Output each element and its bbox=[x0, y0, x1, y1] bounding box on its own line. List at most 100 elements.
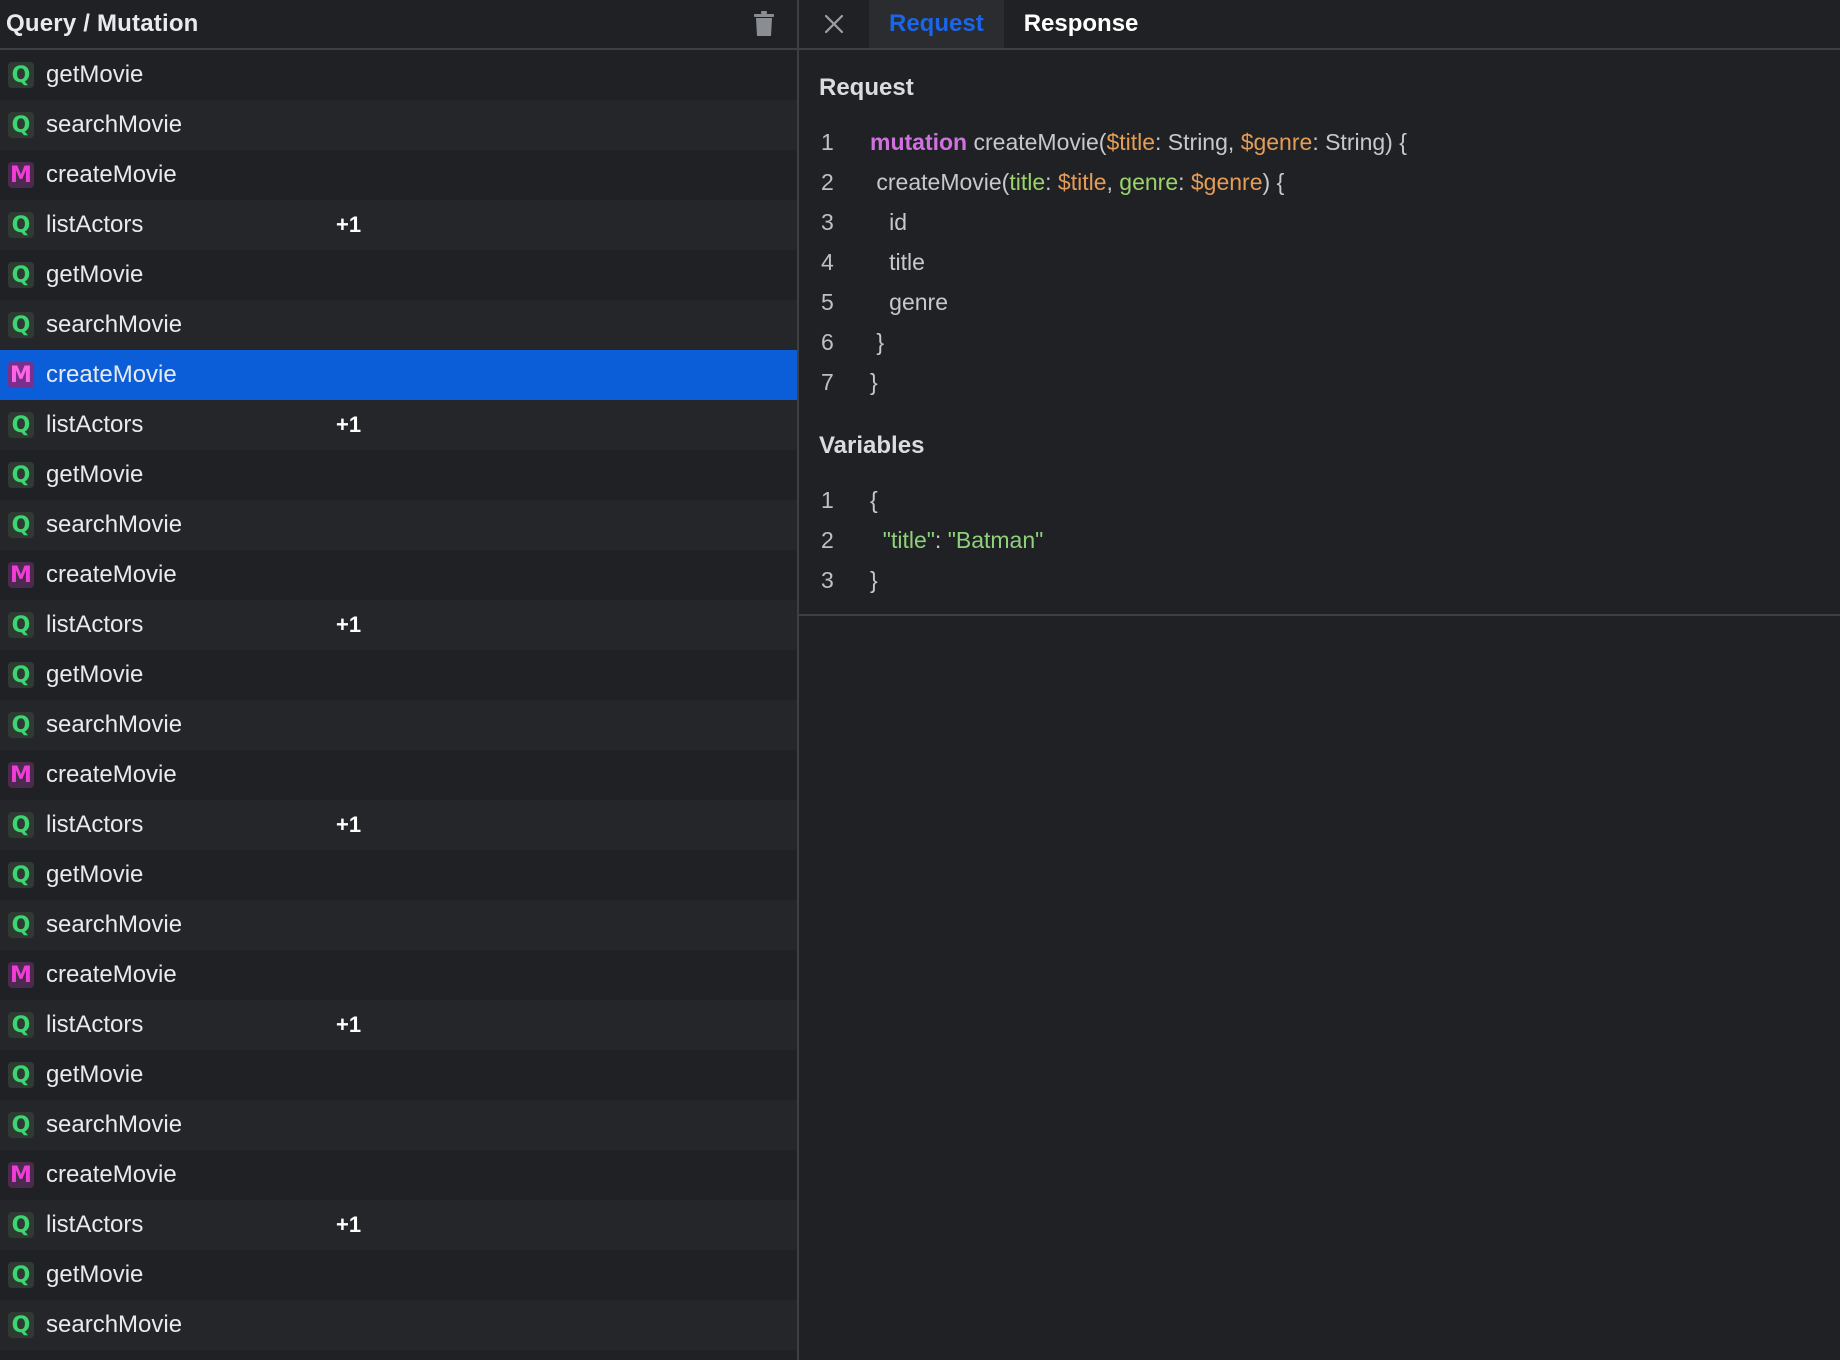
code-token: } bbox=[870, 566, 878, 593]
code-token: { bbox=[870, 486, 878, 513]
query-badge: Q bbox=[8, 262, 34, 288]
operation-name: searchMovie bbox=[46, 911, 183, 938]
tab-request[interactable]: Request bbox=[869, 0, 1004, 48]
operation-row[interactable]: QlistActors +1 bbox=[0, 400, 797, 450]
line-number: 4 bbox=[821, 248, 834, 275]
code-line: 2 "title": "Batman" bbox=[819, 520, 1840, 560]
operation-row[interactable]: QsearchMovie bbox=[0, 500, 797, 550]
operation-name: createMovie bbox=[46, 1161, 177, 1188]
operation-name: listActors bbox=[46, 1011, 144, 1038]
operation-name: createMovie bbox=[46, 161, 177, 188]
line-number: 3 bbox=[821, 566, 834, 593]
operation-name: searchMovie bbox=[46, 311, 183, 338]
operation-row[interactable]: McreateMovie bbox=[0, 750, 797, 800]
request-code-editor[interactable]: 1 mutation createMovie($title: String, $g… bbox=[819, 122, 1840, 402]
request-section-title: Request bbox=[819, 74, 914, 101]
query-badge: Q bbox=[8, 1312, 34, 1338]
operation-name: listActors bbox=[46, 411, 144, 438]
operation-row[interactable]: QgetMovie bbox=[0, 250, 797, 300]
operation-row[interactable]: QsearchMovie bbox=[0, 900, 797, 950]
operation-row[interactable]: McreateMovie bbox=[0, 350, 797, 400]
code-token: title bbox=[870, 248, 925, 275]
code-token: $genre bbox=[1240, 128, 1313, 155]
code-token: $title bbox=[1106, 128, 1156, 155]
operation-row[interactable]: QgetMovie bbox=[0, 850, 797, 900]
query-badge: Q bbox=[8, 112, 34, 138]
tab-bar: Request Response bbox=[799, 0, 1840, 50]
query-badge: Q bbox=[8, 1262, 34, 1288]
query-badge: Q bbox=[8, 1112, 34, 1138]
operation-row[interactable]: QlistActors +1 bbox=[0, 200, 797, 250]
trash-icon[interactable] bbox=[751, 9, 777, 39]
operation-count: +1 bbox=[336, 212, 362, 237]
line-number: 6 bbox=[821, 328, 834, 355]
operation-row[interactable]: QlistActors +1 bbox=[0, 600, 797, 650]
line-number: 2 bbox=[821, 526, 834, 553]
operation-row[interactable]: QsearchMovie bbox=[0, 300, 797, 350]
empty-area bbox=[799, 616, 1840, 1360]
operation-name: createMovie bbox=[46, 761, 177, 788]
operation-row[interactable]: QgetMovie bbox=[0, 650, 797, 700]
operation-name: getMovie bbox=[46, 1261, 144, 1288]
code-line: 1{ bbox=[819, 480, 1840, 520]
operation-row[interactable]: QsearchMovie bbox=[0, 1100, 797, 1150]
query-badge: Q bbox=[8, 612, 34, 638]
request-section: Request 1 mutation createMovie($title: St… bbox=[799, 50, 1840, 402]
operation-name: getMovie bbox=[46, 1061, 144, 1088]
operation-row[interactable]: QlistActors +1 bbox=[0, 1000, 797, 1050]
line-number: 1 bbox=[821, 486, 834, 513]
code-token: , bbox=[1106, 168, 1120, 195]
operations-list: QgetMovie QsearchMovie McreateMovie QlistAc… bbox=[0, 50, 797, 1360]
variables-section-title: Variables bbox=[819, 432, 925, 459]
operation-count: +1 bbox=[336, 812, 362, 837]
code-token: $genre bbox=[1190, 168, 1263, 195]
mutation-badge: M bbox=[8, 562, 34, 588]
operation-row[interactable]: QgetMovie bbox=[0, 50, 797, 100]
mutation-badge: M bbox=[8, 162, 34, 188]
app-window: Query / Mutation QgetMovie QsearchMovie Mc… bbox=[0, 0, 1840, 1360]
operation-name: createMovie bbox=[46, 561, 177, 588]
tab-response[interactable]: Response bbox=[1004, 0, 1159, 48]
query-badge: Q bbox=[8, 912, 34, 938]
code-line: 5 genre bbox=[819, 282, 1840, 322]
query-badge: Q bbox=[8, 1212, 34, 1238]
operation-name: listActors bbox=[46, 611, 144, 638]
operation-row[interactable]: McreateMovie bbox=[0, 550, 797, 600]
operation-row[interactable]: QsearchMovie bbox=[0, 1300, 797, 1350]
code-token: genre bbox=[1119, 168, 1179, 195]
operation-row[interactable]: QsearchMovie bbox=[0, 700, 797, 750]
operation-name: getMovie bbox=[46, 261, 144, 288]
operation-row[interactable]: QgetMovie bbox=[0, 1050, 797, 1100]
query-badge: Q bbox=[8, 512, 34, 538]
code-token: } bbox=[870, 368, 878, 395]
code-line: 6 } bbox=[819, 322, 1840, 362]
operation-name: searchMovie bbox=[46, 1311, 183, 1338]
line-number: 7 bbox=[821, 368, 834, 395]
code-token: mutation bbox=[870, 128, 968, 155]
operation-row[interactable]: QsearchMovie bbox=[0, 100, 797, 150]
operation-name: getMovie bbox=[46, 661, 144, 688]
query-badge: Q bbox=[8, 812, 34, 838]
code-line: 7} bbox=[819, 362, 1840, 402]
operation-count: +1 bbox=[336, 612, 362, 637]
operation-row[interactable]: QgetMovie bbox=[0, 1250, 797, 1300]
code-line: 3} bbox=[819, 560, 1840, 600]
operation-row[interactable]: QlistActors +1 bbox=[0, 800, 797, 850]
panel-title: Query / Mutation bbox=[6, 10, 199, 37]
mutation-badge: M bbox=[8, 962, 34, 988]
operation-name: listActors bbox=[46, 1211, 144, 1238]
mutation-badge: M bbox=[8, 362, 34, 388]
operation-name: searchMovie bbox=[46, 711, 183, 738]
close-icon[interactable] bbox=[799, 0, 869, 48]
operation-name: listActors bbox=[46, 811, 144, 838]
operation-name: createMovie bbox=[46, 961, 177, 988]
operation-row[interactable]: McreateMovie bbox=[0, 1150, 797, 1200]
query-badge: Q bbox=[8, 1062, 34, 1088]
operation-row[interactable]: QgetMovie bbox=[0, 450, 797, 500]
operation-row[interactable]: QlistActors +1 bbox=[0, 1200, 797, 1250]
operation-row[interactable]: McreateMovie bbox=[0, 150, 797, 200]
variables-code-editor[interactable]: 1{2 "title": "Batman" 3} bbox=[819, 480, 1840, 600]
code-token: genre bbox=[870, 288, 948, 315]
operation-name: getMovie bbox=[46, 461, 144, 488]
operation-row[interactable]: McreateMovie bbox=[0, 950, 797, 1000]
